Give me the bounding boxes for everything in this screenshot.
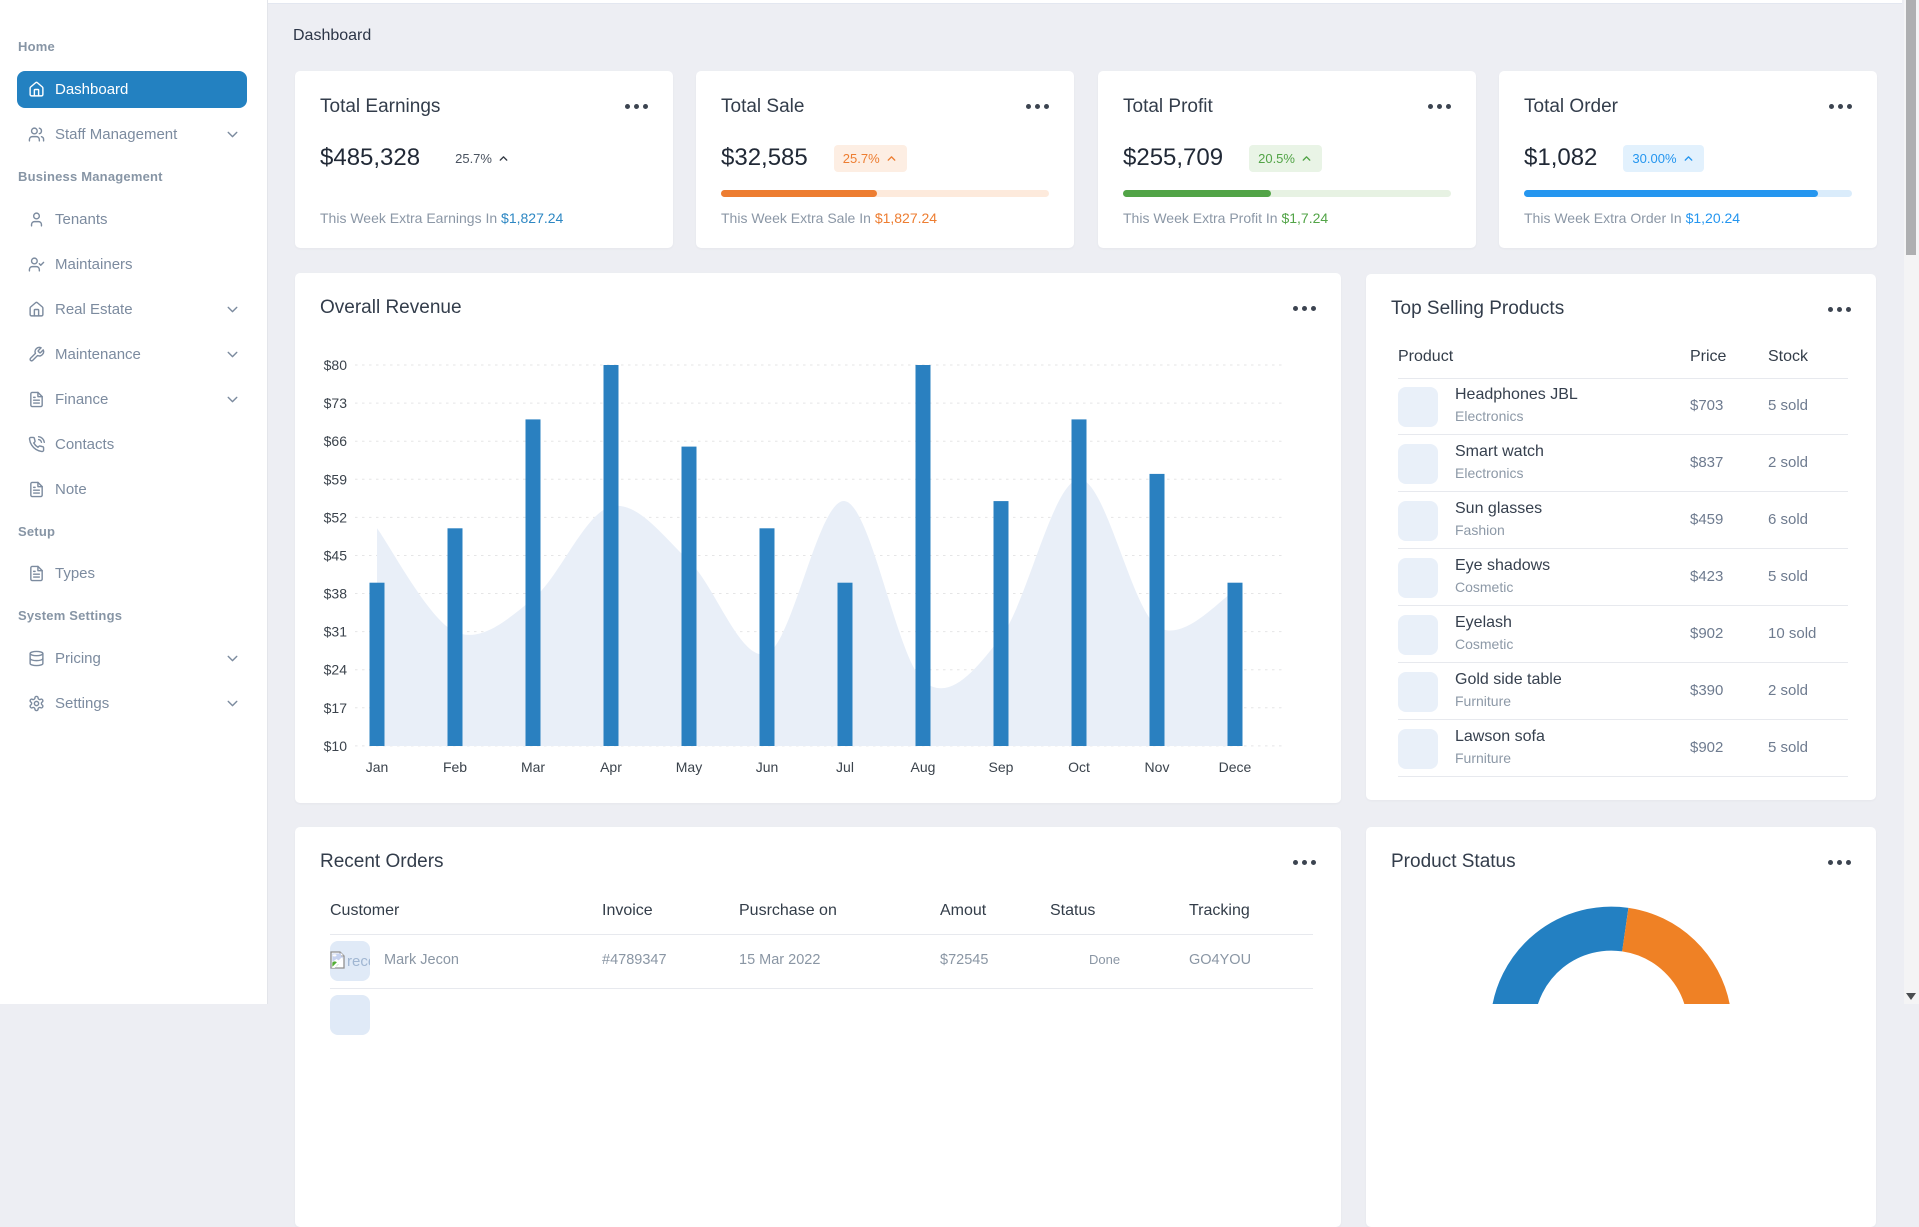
svg-text:$73: $73: [324, 395, 348, 411]
svg-text:$17: $17: [324, 700, 348, 716]
svg-text:Dece: Dece: [1219, 759, 1252, 775]
svg-text:Sep: Sep: [989, 759, 1014, 775]
svg-text:$45: $45: [324, 548, 348, 564]
svg-text:May: May: [676, 759, 702, 775]
svg-text:$24: $24: [324, 662, 348, 678]
svg-text:$10: $10: [324, 738, 348, 754]
svg-text:$59: $59: [324, 471, 348, 487]
svg-text:Jun: Jun: [756, 759, 779, 775]
svg-text:Apr: Apr: [600, 759, 622, 775]
svg-text:Aug: Aug: [911, 759, 936, 775]
svg-text:$80: $80: [324, 357, 348, 373]
svg-text:Jul: Jul: [836, 759, 854, 775]
svg-text:Jan: Jan: [366, 759, 389, 775]
svg-text:Mar: Mar: [521, 759, 545, 775]
svg-text:$38: $38: [324, 586, 348, 602]
svg-text:Feb: Feb: [443, 759, 467, 775]
svg-text:Nov: Nov: [1145, 759, 1170, 775]
svg-text:$66: $66: [324, 433, 348, 449]
svg-text:$52: $52: [324, 509, 348, 525]
svg-text:$31: $31: [324, 624, 348, 640]
svg-text:Oct: Oct: [1068, 759, 1090, 775]
